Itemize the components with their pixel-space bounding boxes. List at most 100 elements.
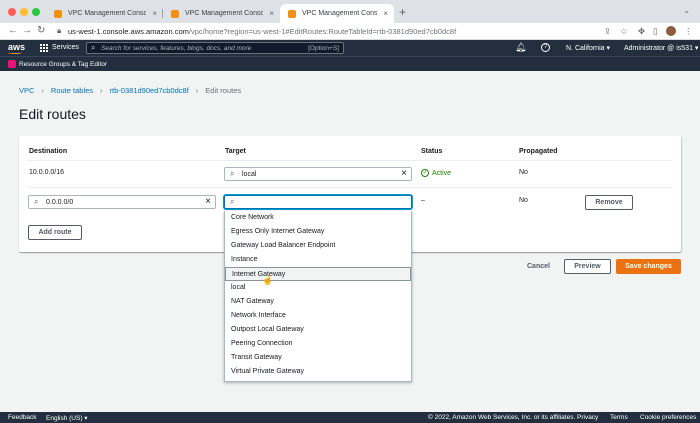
dropdown-option[interactable]: Instance bbox=[225, 253, 411, 267]
bookmark-star-icon[interactable]: ☆ bbox=[620, 26, 628, 37]
clear-icon[interactable]: × bbox=[205, 196, 211, 207]
profile-avatar[interactable] bbox=[666, 26, 676, 36]
preview-button[interactable]: Preview bbox=[564, 259, 611, 274]
resource-groups-icon bbox=[8, 60, 16, 68]
account-label: Administrator @ is531 bbox=[624, 45, 693, 52]
target-value: local bbox=[242, 171, 257, 178]
help-icon[interactable]: ? bbox=[541, 43, 550, 52]
destination-input[interactable]: ⌕ 0.0.0.0/0 × bbox=[28, 195, 216, 209]
chevron-right-icon: › bbox=[100, 86, 103, 95]
tab-search-chevron-icon[interactable]: ⌄ bbox=[683, 6, 690, 15]
notifications-bell-icon[interactable]: 🔔︎ bbox=[515, 42, 526, 53]
url-path: /vpc/home?region=us-west-1#EditRoutes:Ro… bbox=[188, 27, 457, 36]
browser-tab-2[interactable]: VPC Management Console × bbox=[163, 4, 280, 23]
dropdown-option-highlighted[interactable]: Internet Gateway bbox=[225, 267, 411, 281]
dropdown-option[interactable]: Gateway Load Balancer Endpoint bbox=[225, 239, 411, 253]
dropdown-option[interactable]: Virtual Private Gateway bbox=[225, 365, 411, 379]
divider bbox=[28, 187, 672, 188]
url-field[interactable]: us-west-1.console.aws.amazon.com/vpc/hom… bbox=[68, 27, 456, 36]
console-footer: Feedback English (US) ▾ © 2022, Amazon W… bbox=[0, 412, 700, 423]
aws-favicon-icon bbox=[171, 9, 179, 18]
back-arrow-icon[interactable]: ← bbox=[8, 25, 18, 36]
column-header-status: Status bbox=[421, 148, 443, 155]
chevron-right-icon: › bbox=[41, 86, 44, 95]
breadcrumb-route-tables[interactable]: Route tables bbox=[51, 86, 93, 95]
status-value: – bbox=[421, 197, 425, 204]
aws-favicon-icon bbox=[54, 9, 62, 18]
clear-icon[interactable]: × bbox=[401, 168, 407, 179]
status-badge: ✓ Active bbox=[421, 169, 451, 177]
lock-icon[interactable]: 🔒︎ bbox=[57, 26, 61, 36]
target-select[interactable]: ⌕ local × bbox=[224, 167, 412, 181]
tab-label: VPC Management Console bbox=[68, 10, 147, 17]
dropdown-option[interactable]: local bbox=[225, 281, 411, 295]
close-tab-icon[interactable]: × bbox=[269, 9, 274, 18]
forward-arrow-icon[interactable]: → bbox=[22, 25, 32, 36]
reload-icon[interactable]: ↻ bbox=[37, 25, 45, 36]
propagated-value: No bbox=[519, 169, 528, 176]
dropdown-option[interactable]: NAT Gateway bbox=[225, 295, 411, 309]
browser-tab-active[interactable]: VPC Management Console × bbox=[280, 4, 394, 23]
column-header-propagated: Propagated bbox=[519, 148, 558, 155]
status-text: Active bbox=[432, 169, 452, 177]
address-bar: ← → ↻ 🔒︎ us-west-1.console.aws.amazon.co… bbox=[0, 23, 700, 40]
page-title: Edit routes bbox=[19, 106, 86, 122]
language-selector[interactable]: English (US) ▾ bbox=[46, 414, 88, 422]
tab-label: VPC Management Console bbox=[302, 10, 378, 17]
divider bbox=[28, 160, 672, 161]
minimize-window-button[interactable] bbox=[20, 8, 28, 16]
breadcrumb: VPC › Route tables › rtb-0381d90ed7cb0dc8f › E… bbox=[19, 86, 241, 95]
cookie-preferences-link[interactable]: Cookie preferences bbox=[640, 414, 696, 421]
remove-route-button[interactable]: Remove bbox=[585, 195, 633, 210]
breadcrumb-route-table-id[interactable]: rtb-0381d90ed7cb0dc8f bbox=[110, 86, 189, 95]
close-tab-icon[interactable]: × bbox=[152, 9, 157, 18]
hand-cursor-icon: ☝ bbox=[262, 275, 274, 285]
check-circle-icon: ✓ bbox=[421, 169, 429, 177]
cancel-button[interactable]: Cancel bbox=[527, 263, 550, 270]
feedback-link[interactable]: Feedback bbox=[8, 414, 37, 421]
maximize-window-button[interactable] bbox=[32, 8, 40, 16]
column-header-target: Target bbox=[225, 148, 246, 155]
destination-value: 0.0.0.0/0 bbox=[46, 199, 74, 206]
aws-top-nav: aws Services ⌕ Search for services, feat… bbox=[0, 40, 700, 56]
browser-tab-1[interactable]: VPC Management Console × bbox=[46, 4, 163, 23]
resource-groups-link[interactable]: Resource Groups & Tag Editor bbox=[19, 61, 107, 68]
sidebar-icon[interactable]: ▯ bbox=[653, 26, 658, 37]
target-dropdown: Core Network Egress Only Internet Gatewa… bbox=[224, 211, 412, 382]
dropdown-option[interactable]: Egress Only Internet Gateway bbox=[225, 225, 411, 239]
browser-menu-icon[interactable]: ⋮ bbox=[684, 26, 693, 37]
new-tab-button[interactable]: + bbox=[399, 5, 406, 19]
dropdown-option[interactable]: Outpost Local Gateway bbox=[225, 323, 411, 337]
dropdown-option[interactable]: Core Network bbox=[225, 211, 411, 225]
dropdown-option[interactable]: Network Interface bbox=[225, 309, 411, 323]
search-placeholder: Search for services, features, blogs, do… bbox=[101, 45, 252, 52]
console-search-input[interactable]: ⌕ Search for services, features, blogs, … bbox=[86, 42, 344, 54]
search-icon: ⌕ bbox=[230, 197, 235, 206]
breadcrumb-vpc[interactable]: VPC bbox=[19, 86, 34, 95]
propagated-value: No bbox=[519, 197, 528, 204]
extensions-puzzle-icon[interactable]: ✥ bbox=[638, 26, 645, 37]
browser-tab-bar: VPC Management Console × VPC Management … bbox=[0, 0, 700, 23]
close-tab-icon[interactable]: × bbox=[383, 9, 388, 18]
resource-groups-bar: Resource Groups & Tag Editor bbox=[0, 56, 700, 71]
target-search-input[interactable]: ⌕ bbox=[224, 195, 412, 209]
share-icon[interactable]: ⇪ bbox=[604, 26, 611, 37]
chevron-right-icon: › bbox=[195, 86, 199, 95]
dropdown-option[interactable]: Peering Connection bbox=[225, 337, 411, 351]
dropdown-option[interactable]: Transit Gateway bbox=[225, 351, 411, 365]
route-destination: 10.0.0.0/16 bbox=[29, 169, 65, 176]
add-route-button[interactable]: Add route bbox=[28, 225, 82, 240]
search-icon: ⌕ bbox=[34, 197, 39, 206]
save-changes-button[interactable]: Save changes bbox=[616, 259, 681, 274]
privacy-link[interactable]: Privacy bbox=[577, 414, 598, 421]
services-grid-icon[interactable] bbox=[40, 44, 48, 52]
aws-favicon-icon bbox=[288, 9, 296, 18]
region-selector[interactable]: N. California ▾ bbox=[566, 44, 610, 52]
column-header-destination: Destination bbox=[29, 148, 68, 155]
account-menu[interactable]: Administrator @ is531 ▾ bbox=[624, 44, 698, 52]
close-window-button[interactable] bbox=[8, 8, 16, 16]
terms-link[interactable]: Terms bbox=[610, 414, 628, 421]
breadcrumb-current: Edit routes bbox=[205, 86, 242, 95]
services-menu[interactable]: Services bbox=[52, 44, 79, 51]
search-icon: ⌕ bbox=[91, 43, 96, 52]
